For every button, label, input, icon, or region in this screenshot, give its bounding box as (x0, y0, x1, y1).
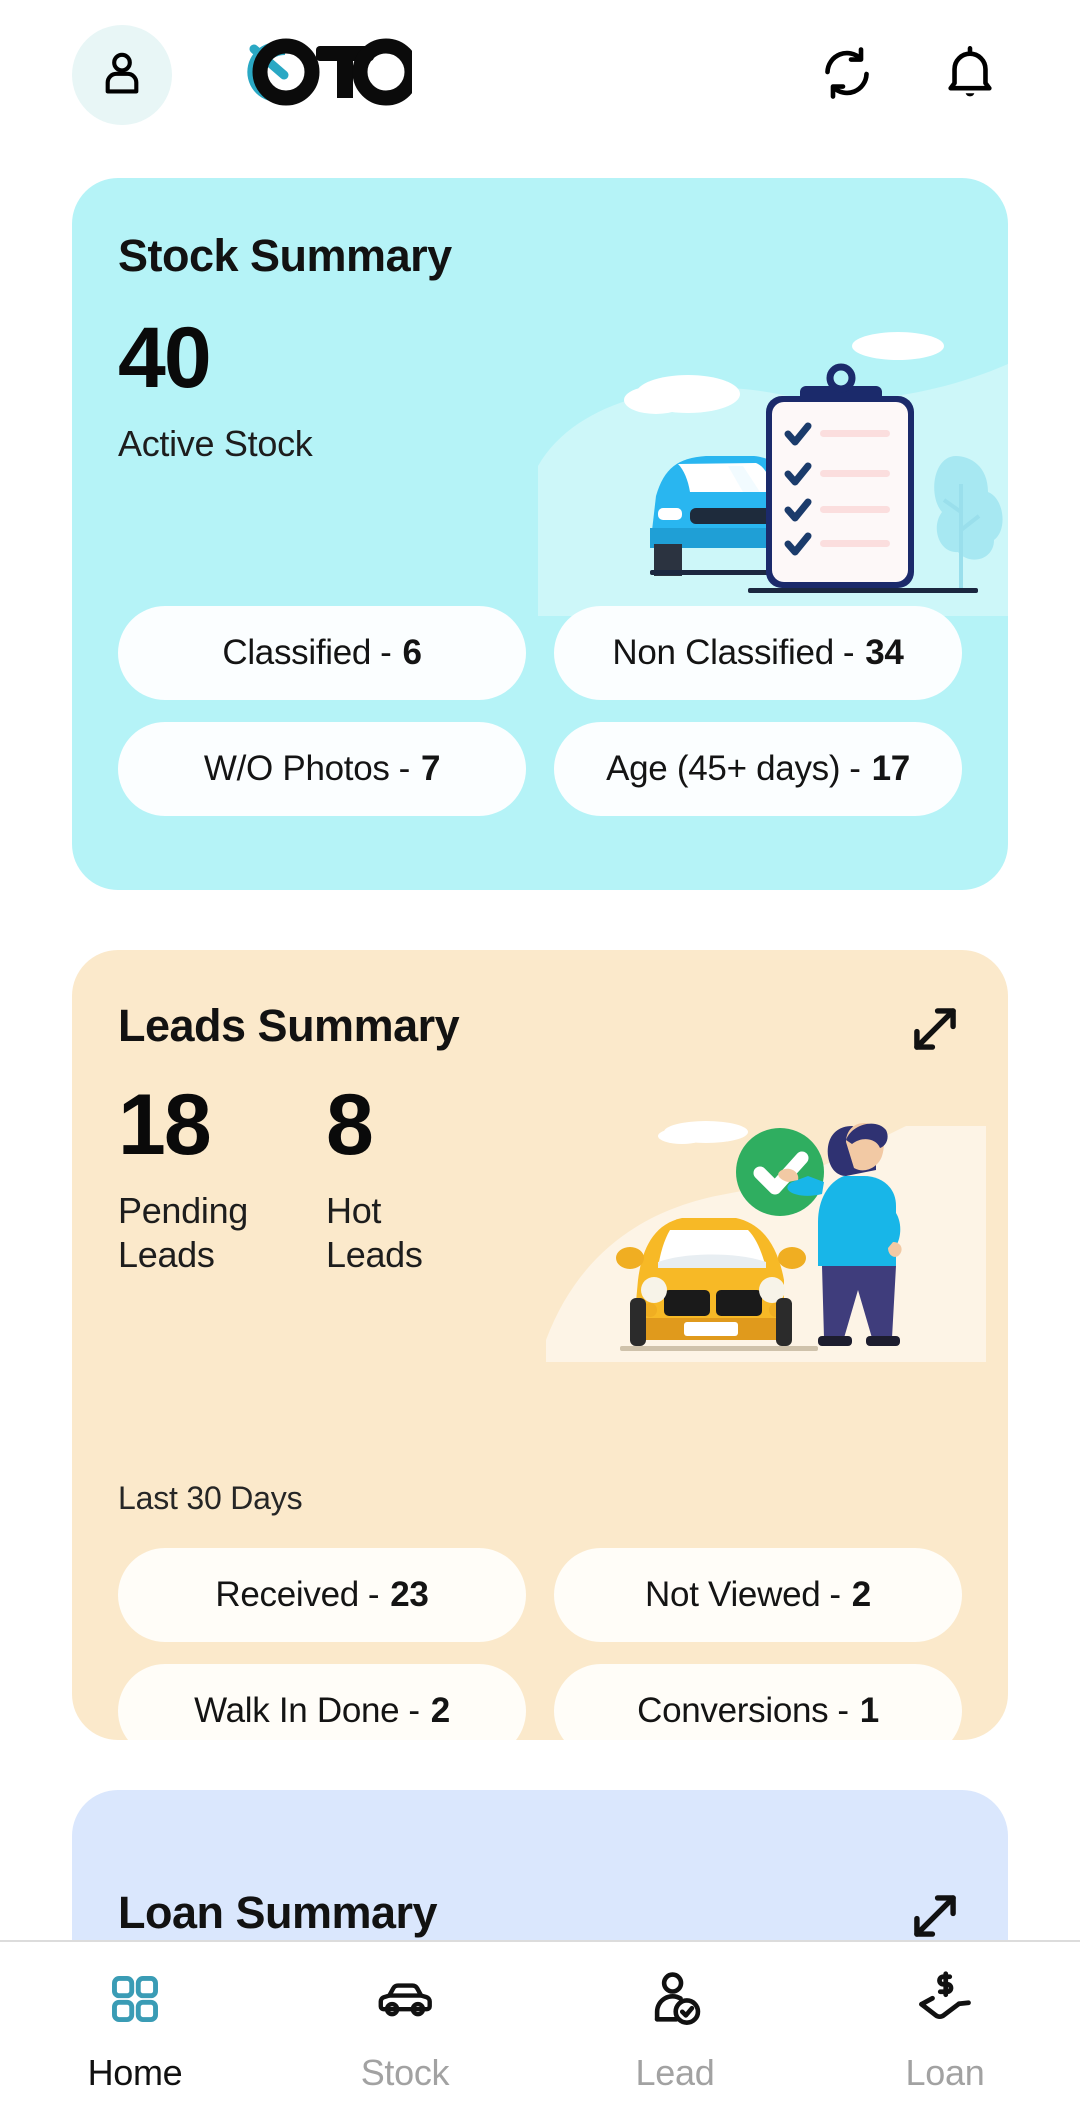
app-header: OTO (0, 0, 1080, 150)
chip-dash: - (408, 1691, 420, 1730)
car-with-checklist-clipboard-illustration (538, 332, 1008, 616)
nav-item-loan[interactable]: Loan (810, 1970, 1080, 2094)
chip-label: Conversions (637, 1691, 829, 1730)
chip-value: 1 (859, 1691, 879, 1730)
loan-summary-title: Loan Summary (118, 1887, 438, 1938)
person-icon (96, 46, 148, 105)
chip-label: Non Classified (612, 633, 834, 672)
leads-summary-title: Leads Summary (118, 1000, 460, 1051)
nav-label-loan: Loan (905, 2052, 985, 2093)
stock-summary-title: Stock Summary (118, 230, 452, 281)
chip-value: 34 (865, 633, 904, 672)
bottom-navigation-bar: Home Stock Lead Loan (0, 1940, 1080, 2120)
leads-pending-label: Pending Leads (118, 1189, 249, 1275)
chip-label: Walk In Done (194, 1691, 400, 1730)
person-check-icon (644, 1970, 706, 2028)
expand-diagonal-icon[interactable] (904, 1885, 966, 1947)
chip-value: 17 (871, 749, 911, 788)
chip-value: 23 (390, 1575, 429, 1614)
chip-value: 2 (851, 1575, 871, 1614)
chip-dash: - (398, 749, 411, 788)
stock-active-label: Active Stock (118, 422, 313, 464)
profile-avatar-button[interactable] (72, 25, 172, 125)
leads-summary-card[interactable]: Leads Summary 18 Pending Leads 8 Hot Lea… (72, 950, 1008, 1740)
chip-label: W/O Photos (203, 749, 390, 788)
nav-item-home[interactable]: Home (0, 1970, 270, 2094)
leads-hot-metric: 8 Hot Leads (326, 1077, 486, 1277)
chip-dash: - (829, 1575, 841, 1614)
stock-metrics: 40 Active Stock (118, 310, 313, 466)
chip-dash: - (380, 633, 392, 672)
leads-chip-not-viewed[interactable]: Not Viewed - 2 (554, 1548, 962, 1642)
stock-active-metric: 40 Active Stock (118, 310, 313, 466)
leads-chip-conversions[interactable]: Conversions - 1 (554, 1664, 962, 1740)
nav-label-home: Home (87, 2052, 183, 2093)
app-screen: OTO Stock Summary 40 Active Stock (0, 0, 1080, 2120)
chip-label: Classified (222, 633, 372, 672)
chip-dash: - (837, 1691, 849, 1730)
stock-chip-non-classified[interactable]: Non Classified - 34 (554, 606, 962, 700)
chip-value: 6 (402, 633, 422, 672)
grid-dashboard-icon (104, 1970, 166, 2028)
leads-hot-label: Hot Leads (326, 1189, 423, 1275)
oto-logo: OTO (240, 33, 412, 108)
stock-chip-wo-photos[interactable]: W/O Photos - 7 (118, 722, 526, 816)
stock-chip-age[interactable]: Age (45+ days) - 17 (554, 722, 962, 816)
nav-item-lead[interactable]: Lead (540, 1970, 810, 2094)
chip-dash: - (842, 633, 855, 672)
chip-value: 7 (420, 749, 441, 788)
leads-pending-metric: 18 Pending Leads (118, 1077, 288, 1277)
sync-refresh-icon[interactable] (812, 38, 882, 108)
chip-dash: - (367, 1575, 380, 1614)
chip-label: Age (45+ days) (606, 749, 841, 788)
nav-label-lead: Lead (635, 2052, 715, 2093)
car-icon (374, 1970, 436, 2028)
chip-label: Received (215, 1575, 359, 1614)
leads-chip-received[interactable]: Received - 23 (118, 1548, 526, 1642)
stock-active-value: 40 (118, 310, 212, 406)
stock-summary-card[interactable]: Stock Summary 40 Active Stock Classified… (72, 178, 1008, 890)
stock-chip-classified[interactable]: Classified - 6 (118, 606, 526, 700)
chip-label: Not Viewed (645, 1575, 821, 1614)
leads-hot-value: 8 (326, 1077, 374, 1173)
leads-pending-value: 18 (118, 1077, 212, 1173)
leads-chip-grid: Received - 23 Not Viewed - 2 Walk In Don… (118, 1548, 962, 1740)
nav-label-stock: Stock (360, 2052, 450, 2093)
chip-value: 2 (430, 1691, 450, 1730)
expand-diagonal-icon[interactable] (904, 998, 966, 1060)
hand-dollar-icon (914, 1970, 976, 2028)
notification-bell-icon[interactable] (935, 38, 1005, 108)
chip-dash: - (849, 749, 861, 788)
leads-metrics: 18 Pending Leads 8 Hot Leads (118, 1077, 486, 1277)
stock-chip-grid: Classified - 6 Non Classified - 34 W/O P… (118, 606, 962, 816)
leads-chip-walk-in-done[interactable]: Walk In Done - 2 (118, 1664, 526, 1740)
leads-period-label: Last 30 Days (118, 1480, 303, 1516)
nav-item-stock[interactable]: Stock (270, 1970, 540, 2094)
man-with-green-check-and-yellow-car-illustration (546, 1121, 986, 1362)
